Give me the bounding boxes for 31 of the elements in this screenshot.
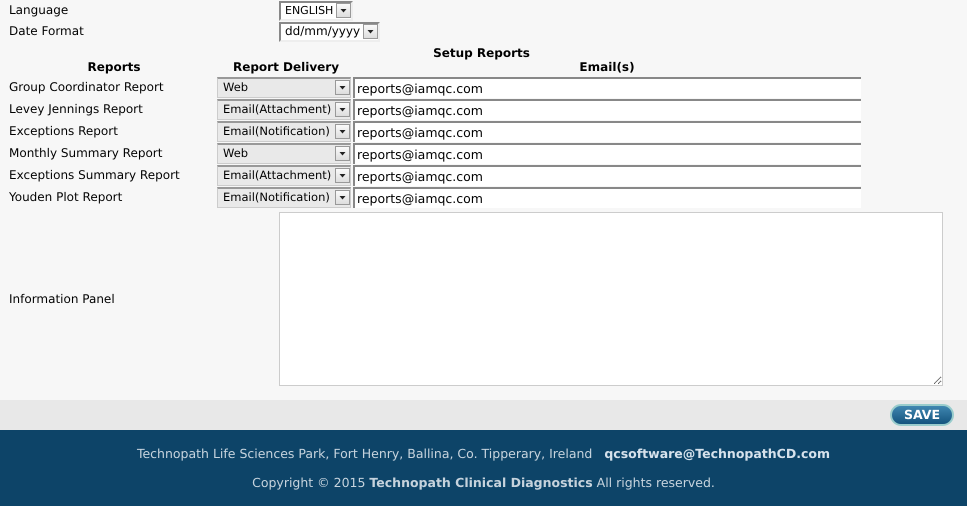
email-field[interactable]: reports@iamqc.com <box>353 76 861 98</box>
column-header: Report Delivery <box>232 60 340 76</box>
delivery-select[interactable]: Email(Notification) <box>217 120 351 142</box>
dropdown-select[interactable]: dd/mm/yyyy <box>279 22 380 42</box>
address-text: Technopath Life Sciences Park, Fort Henry, Ballina, Co. Tipperary, Ireland <box>136 446 592 461</box>
report-name: Monthly Summary Report <box>9 146 164 161</box>
save-button[interactable]: SAVE <box>890 404 954 426</box>
field-label: Information Panel <box>9 292 116 307</box>
report-name: Exceptions Summary Report <box>9 168 181 183</box>
report-name: Group Coordinator Report <box>9 80 165 95</box>
email-field[interactable]: reports@iamqc.com <box>353 120 861 142</box>
delivery-select[interactable]: Email(Attachment) <box>217 98 351 120</box>
email-field[interactable]: reports@iamqc.com <box>353 142 861 164</box>
delivery-select[interactable]: Web <box>217 142 351 164</box>
report-name: Exceptions Report <box>9 124 119 139</box>
delivery-select[interactable]: Web <box>217 76 351 98</box>
field-label: Date Format <box>9 24 85 39</box>
email-field[interactable]: reports@iamqc.com <box>353 98 861 120</box>
column-header: Reports <box>87 60 140 76</box>
email-field[interactable]: reports@iamqc.com <box>353 164 861 186</box>
email-link[interactable]: qcsoftware@TechnopathCD.com <box>604 446 830 461</box>
delivery-select[interactable]: Email(Attachment) <box>217 164 351 186</box>
email-field[interactable]: reports@iamqc.com <box>353 186 861 208</box>
report-name: Youden Plot Report <box>9 190 124 205</box>
delivery-select[interactable]: Email(Notification) <box>217 186 351 208</box>
field-label: Language <box>9 3 70 18</box>
section-title: Setup Reports <box>433 46 530 60</box>
column-header: Email(s) <box>579 60 635 76</box>
dropdown-select[interactable]: ENGLISH <box>279 0 354 20</box>
report-name: Levey Jennings Report <box>9 102 144 117</box>
copyright-text: Copyright © 2015 Technopath Clinical Diagnostics All rights reserved. <box>252 475 715 490</box>
